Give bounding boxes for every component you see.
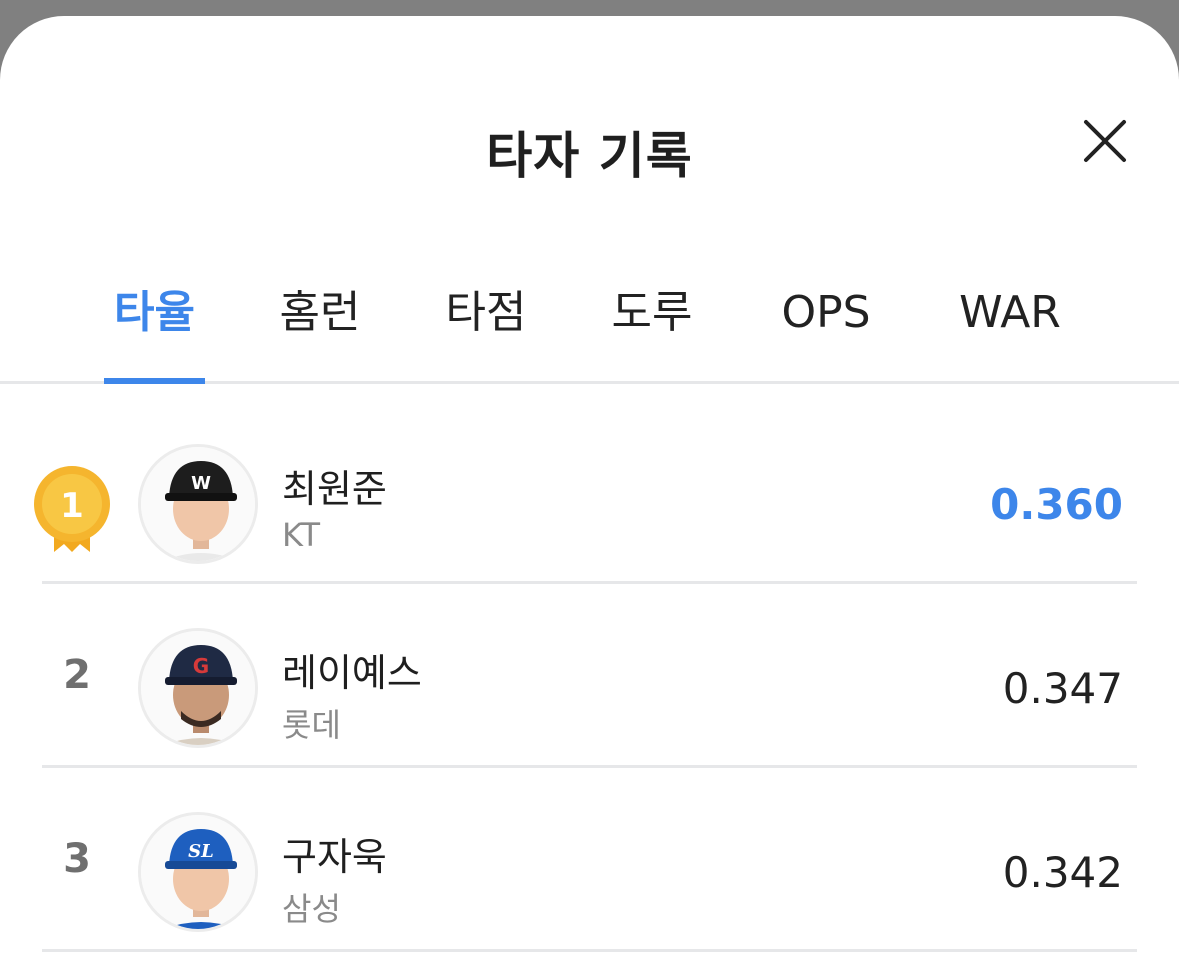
stat-tabs: 타율 홈런 타점 도루 OPS WAR [0, 278, 1179, 384]
player-photo-icon: G [141, 631, 255, 745]
player-team: KT [282, 516, 321, 554]
tab-batting-average[interactable]: 타율 [104, 278, 205, 384]
svg-text:W: W [191, 473, 211, 494]
bottom-sheet: 타자 기록 타율 홈런 타점 도루 OPS WAR 1 W 최원준 KT 0.3… [0, 16, 1179, 976]
rank-number: 2 [63, 652, 91, 698]
player-team: 롯데 [282, 706, 341, 744]
ranking-row[interactable]: 1 W 최원준 KT 0.360 [34, 400, 1137, 584]
avatar: SL [138, 812, 258, 932]
tab-rbi[interactable]: 타점 [436, 278, 536, 384]
player-photo-icon: W [141, 447, 255, 561]
rank-number: 3 [63, 836, 91, 882]
active-tab-indicator [104, 378, 205, 384]
player-photo-icon: SL [141, 815, 255, 929]
player-name: 구자욱 [282, 835, 387, 879]
svg-text:SL: SL [188, 841, 214, 862]
gold-medal-icon: 1 [32, 462, 112, 558]
ranking-row[interactable]: 2 G 레이예스 롯데 0.347 [42, 584, 1137, 768]
ranking-row[interactable]: 3 SL 구자욱 삼성 0.342 [42, 768, 1137, 952]
player-name: 레이예스 [282, 651, 422, 695]
player-team: 삼성 [282, 890, 341, 928]
tab-stolen-bases[interactable]: 도루 [602, 278, 702, 384]
close-icon [1084, 120, 1126, 162]
close-button[interactable] [1080, 116, 1130, 166]
stat-value: 0.347 [1002, 664, 1123, 713]
avatar: W [138, 444, 258, 564]
svg-text:G: G [193, 654, 209, 678]
stat-value: 0.342 [1002, 848, 1123, 897]
tab-war[interactable]: WAR [948, 278, 1072, 384]
player-name: 최원준 [282, 467, 387, 511]
tab-ops[interactable]: OPS [770, 278, 882, 384]
sheet-header: 타자 기록 [0, 16, 1179, 216]
medal-rank-text: 1 [60, 486, 84, 526]
stat-value: 0.360 [990, 480, 1123, 529]
tab-home-runs[interactable]: 홈런 [270, 278, 370, 384]
page-title: 타자 기록 [486, 127, 693, 185]
avatar: G [138, 628, 258, 748]
